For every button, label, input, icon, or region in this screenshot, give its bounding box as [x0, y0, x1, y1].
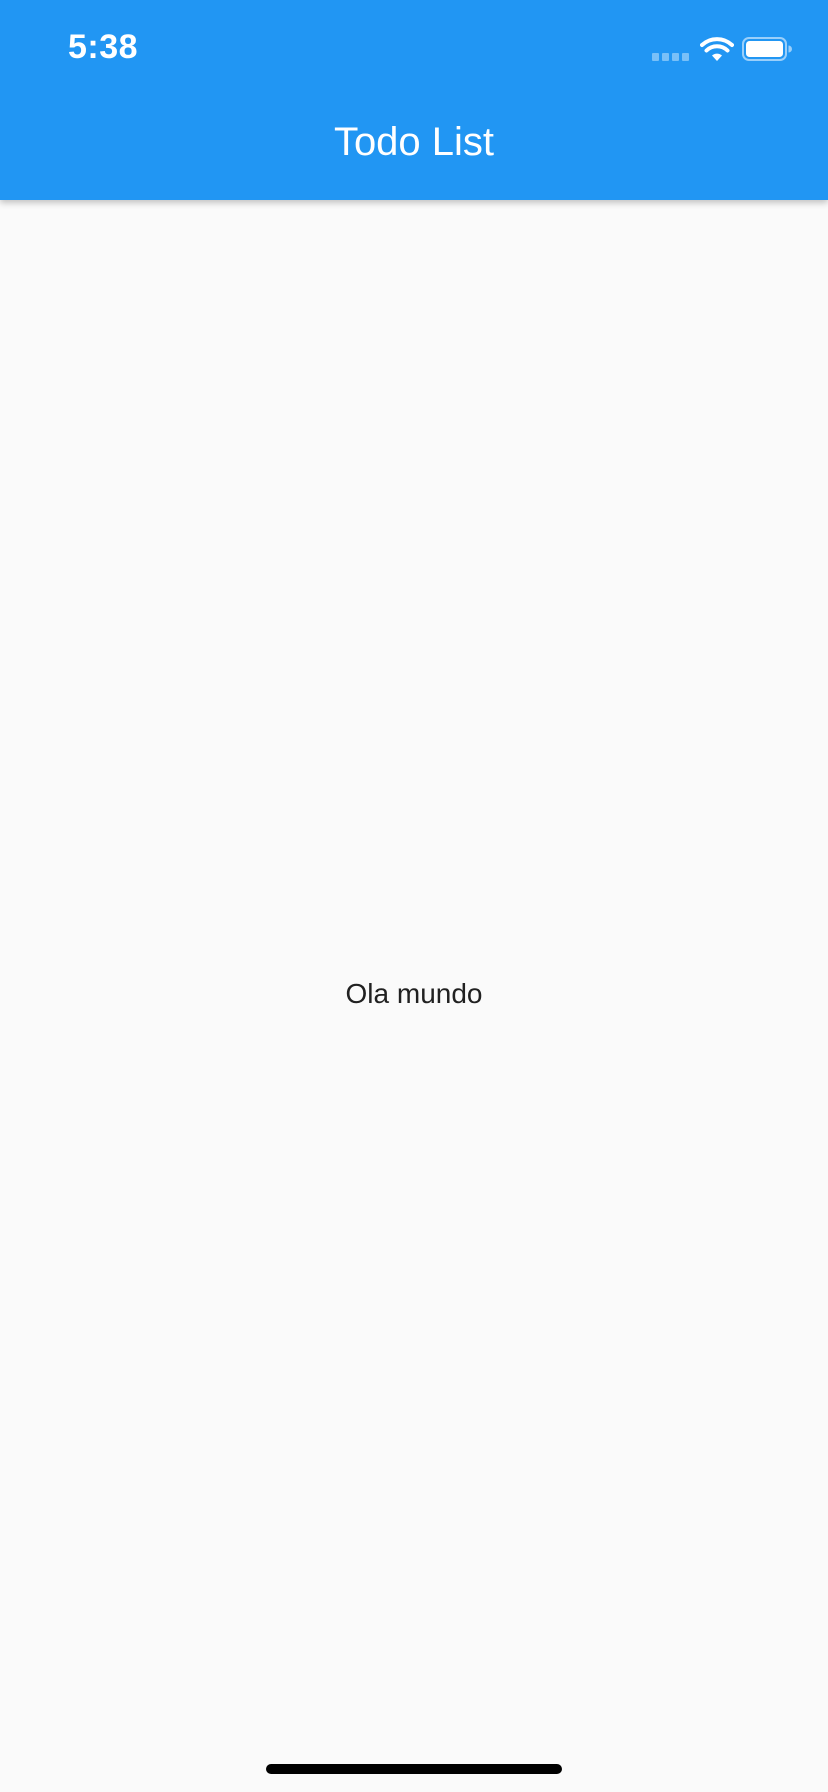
page-title: Todo List: [333, 120, 495, 164]
battery-icon: [742, 37, 792, 61]
cellular-signal-icon: [652, 53, 690, 61]
app-screen: 5:38 Todo List Ola mundo: [0, 0, 828, 1792]
hello-text: Ola mundo: [345, 978, 483, 1009]
wifi-icon: [700, 37, 734, 61]
home-indicator[interactable]: [266, 1764, 562, 1774]
status-bar-time: 5:38: [68, 28, 139, 66]
app-bar: 5:38 Todo List: [0, 0, 828, 200]
